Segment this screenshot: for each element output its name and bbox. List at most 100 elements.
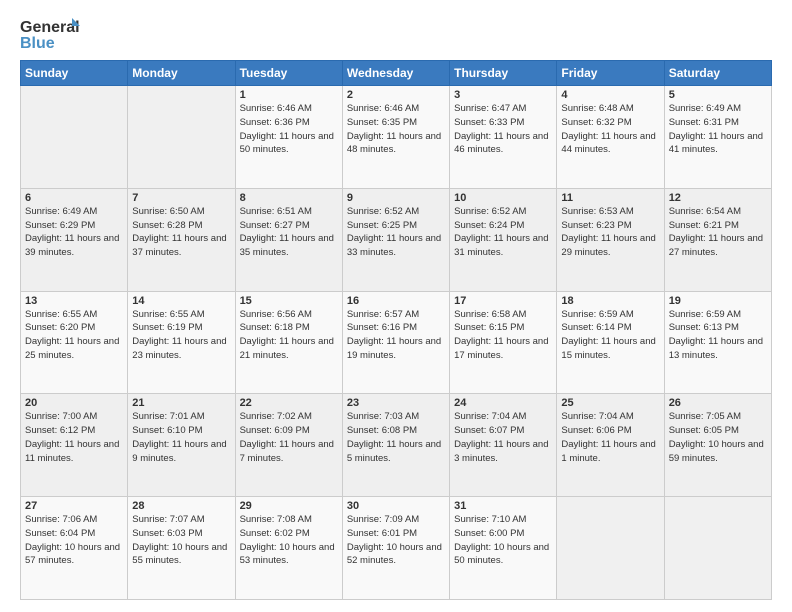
day-detail: Sunrise: 6:52 AM Sunset: 6:25 PM Dayligh… [347,205,445,260]
day-detail: Sunrise: 7:02 AM Sunset: 6:09 PM Dayligh… [240,410,338,465]
day-detail: Sunrise: 6:47 AM Sunset: 6:33 PM Dayligh… [454,102,552,157]
day-number: 12 [669,192,767,204]
weekday-header-monday: Monday [128,61,235,86]
calendar-table: SundayMondayTuesdayWednesdayThursdayFrid… [20,60,772,600]
calendar-cell: 1Sunrise: 6:46 AM Sunset: 6:36 PM Daylig… [235,86,342,189]
calendar-cell: 23Sunrise: 7:03 AM Sunset: 6:08 PM Dayli… [342,394,449,497]
day-number: 4 [561,89,659,101]
calendar-cell: 2Sunrise: 6:46 AM Sunset: 6:35 PM Daylig… [342,86,449,189]
day-detail: Sunrise: 6:50 AM Sunset: 6:28 PM Dayligh… [132,205,230,260]
weekday-header-saturday: Saturday [664,61,771,86]
day-number: 6 [25,192,123,204]
day-number: 27 [25,500,123,512]
day-detail: Sunrise: 7:04 AM Sunset: 6:07 PM Dayligh… [454,410,552,465]
day-number: 9 [347,192,445,204]
day-number: 14 [132,295,230,307]
calendar-cell: 25Sunrise: 7:04 AM Sunset: 6:06 PM Dayli… [557,394,664,497]
day-detail: Sunrise: 6:49 AM Sunset: 6:29 PM Dayligh… [25,205,123,260]
day-number: 17 [454,295,552,307]
calendar-cell: 7Sunrise: 6:50 AM Sunset: 6:28 PM Daylig… [128,188,235,291]
logo: GeneralBlue [20,16,80,52]
day-detail: Sunrise: 7:07 AM Sunset: 6:03 PM Dayligh… [132,513,230,568]
calendar-cell: 29Sunrise: 7:08 AM Sunset: 6:02 PM Dayli… [235,497,342,600]
day-number: 7 [132,192,230,204]
svg-text:General: General [20,19,80,36]
calendar-cell: 5Sunrise: 6:49 AM Sunset: 6:31 PM Daylig… [664,86,771,189]
day-number: 24 [454,397,552,409]
day-detail: Sunrise: 6:49 AM Sunset: 6:31 PM Dayligh… [669,102,767,157]
calendar-cell: 6Sunrise: 6:49 AM Sunset: 6:29 PM Daylig… [21,188,128,291]
day-detail: Sunrise: 6:57 AM Sunset: 6:16 PM Dayligh… [347,308,445,363]
calendar-cell: 14Sunrise: 6:55 AM Sunset: 6:19 PM Dayli… [128,291,235,394]
day-number: 21 [132,397,230,409]
day-detail: Sunrise: 6:56 AM Sunset: 6:18 PM Dayligh… [240,308,338,363]
weekday-header-friday: Friday [557,61,664,86]
calendar-cell: 22Sunrise: 7:02 AM Sunset: 6:09 PM Dayli… [235,394,342,497]
day-number: 8 [240,192,338,204]
calendar-cell [557,497,664,600]
calendar-cell: 19Sunrise: 6:59 AM Sunset: 6:13 PM Dayli… [664,291,771,394]
day-detail: Sunrise: 7:03 AM Sunset: 6:08 PM Dayligh… [347,410,445,465]
day-number: 15 [240,295,338,307]
day-number: 28 [132,500,230,512]
calendar-cell: 17Sunrise: 6:58 AM Sunset: 6:15 PM Dayli… [450,291,557,394]
day-number: 13 [25,295,123,307]
weekday-header-wednesday: Wednesday [342,61,449,86]
calendar-cell: 27Sunrise: 7:06 AM Sunset: 6:04 PM Dayli… [21,497,128,600]
day-detail: Sunrise: 7:08 AM Sunset: 6:02 PM Dayligh… [240,513,338,568]
weekday-header-row: SundayMondayTuesdayWednesdayThursdayFrid… [21,61,772,86]
calendar-cell: 11Sunrise: 6:53 AM Sunset: 6:23 PM Dayli… [557,188,664,291]
day-detail: Sunrise: 7:05 AM Sunset: 6:05 PM Dayligh… [669,410,767,465]
day-number: 18 [561,295,659,307]
day-number: 19 [669,295,767,307]
day-number: 30 [347,500,445,512]
header: GeneralBlue [20,16,772,52]
calendar-cell: 9Sunrise: 6:52 AM Sunset: 6:25 PM Daylig… [342,188,449,291]
weekday-header-tuesday: Tuesday [235,61,342,86]
week-row-3: 20Sunrise: 7:00 AM Sunset: 6:12 PM Dayli… [21,394,772,497]
day-detail: Sunrise: 6:46 AM Sunset: 6:36 PM Dayligh… [240,102,338,157]
calendar-cell: 21Sunrise: 7:01 AM Sunset: 6:10 PM Dayli… [128,394,235,497]
day-detail: Sunrise: 6:58 AM Sunset: 6:15 PM Dayligh… [454,308,552,363]
day-number: 2 [347,89,445,101]
day-number: 11 [561,192,659,204]
calendar-cell [664,497,771,600]
day-number: 25 [561,397,659,409]
calendar-cell [128,86,235,189]
day-detail: Sunrise: 6:51 AM Sunset: 6:27 PM Dayligh… [240,205,338,260]
day-detail: Sunrise: 6:54 AM Sunset: 6:21 PM Dayligh… [669,205,767,260]
day-detail: Sunrise: 6:59 AM Sunset: 6:13 PM Dayligh… [669,308,767,363]
day-detail: Sunrise: 6:48 AM Sunset: 6:32 PM Dayligh… [561,102,659,157]
week-row-0: 1Sunrise: 6:46 AM Sunset: 6:36 PM Daylig… [21,86,772,189]
svg-text:Blue: Blue [20,35,55,52]
day-detail: Sunrise: 7:06 AM Sunset: 6:04 PM Dayligh… [25,513,123,568]
calendar-cell: 31Sunrise: 7:10 AM Sunset: 6:00 PM Dayli… [450,497,557,600]
week-row-2: 13Sunrise: 6:55 AM Sunset: 6:20 PM Dayli… [21,291,772,394]
calendar-cell: 26Sunrise: 7:05 AM Sunset: 6:05 PM Dayli… [664,394,771,497]
calendar-cell [21,86,128,189]
weekday-header-thursday: Thursday [450,61,557,86]
day-number: 23 [347,397,445,409]
logo-svg: GeneralBlue [20,16,80,52]
day-detail: Sunrise: 6:46 AM Sunset: 6:35 PM Dayligh… [347,102,445,157]
day-number: 29 [240,500,338,512]
calendar-cell: 12Sunrise: 6:54 AM Sunset: 6:21 PM Dayli… [664,188,771,291]
day-number: 31 [454,500,552,512]
calendar-cell: 30Sunrise: 7:09 AM Sunset: 6:01 PM Dayli… [342,497,449,600]
calendar-cell: 4Sunrise: 6:48 AM Sunset: 6:32 PM Daylig… [557,86,664,189]
day-detail: Sunrise: 7:00 AM Sunset: 6:12 PM Dayligh… [25,410,123,465]
calendar-cell: 8Sunrise: 6:51 AM Sunset: 6:27 PM Daylig… [235,188,342,291]
week-row-4: 27Sunrise: 7:06 AM Sunset: 6:04 PM Dayli… [21,497,772,600]
calendar-cell: 3Sunrise: 6:47 AM Sunset: 6:33 PM Daylig… [450,86,557,189]
day-detail: Sunrise: 7:01 AM Sunset: 6:10 PM Dayligh… [132,410,230,465]
calendar-cell: 15Sunrise: 6:56 AM Sunset: 6:18 PM Dayli… [235,291,342,394]
day-number: 3 [454,89,552,101]
day-number: 16 [347,295,445,307]
day-detail: Sunrise: 6:59 AM Sunset: 6:14 PM Dayligh… [561,308,659,363]
calendar-cell: 16Sunrise: 6:57 AM Sunset: 6:16 PM Dayli… [342,291,449,394]
day-detail: Sunrise: 6:52 AM Sunset: 6:24 PM Dayligh… [454,205,552,260]
day-detail: Sunrise: 6:55 AM Sunset: 6:19 PM Dayligh… [132,308,230,363]
calendar-cell: 20Sunrise: 7:00 AM Sunset: 6:12 PM Dayli… [21,394,128,497]
calendar-cell: 10Sunrise: 6:52 AM Sunset: 6:24 PM Dayli… [450,188,557,291]
day-detail: Sunrise: 7:04 AM Sunset: 6:06 PM Dayligh… [561,410,659,465]
